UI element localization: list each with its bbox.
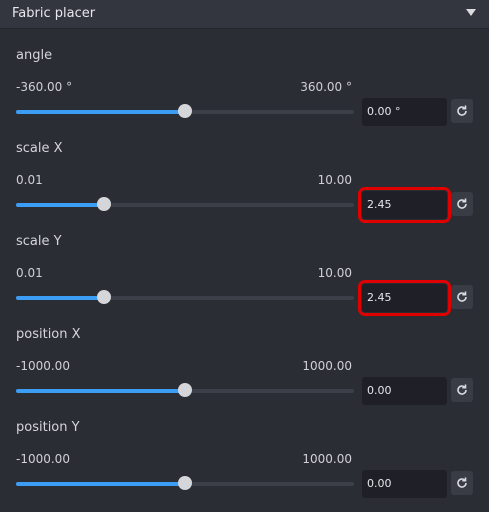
- slider-thumb[interactable]: [178, 104, 192, 118]
- max-value: 10.00: [317, 173, 352, 187]
- slider-thumb[interactable]: [178, 383, 192, 397]
- scale-x-input[interactable]: 2.45: [358, 187, 451, 223]
- reset-button[interactable]: [451, 99, 473, 123]
- caret-down-icon[interactable]: [466, 9, 476, 16]
- angle-input[interactable]: 0.00 °: [362, 98, 447, 126]
- scale-y-slider[interactable]: [16, 290, 354, 304]
- min-value: 0.01: [16, 266, 43, 280]
- reset-button[interactable]: [451, 378, 473, 402]
- reset-button[interactable]: [451, 285, 473, 309]
- param-label: position X: [16, 327, 81, 342]
- slider-fill: [16, 296, 104, 300]
- position-y-slider[interactable]: [16, 476, 354, 490]
- min-value: -360.00 °: [16, 80, 73, 94]
- reset-icon: [457, 477, 467, 488]
- reset-button[interactable]: [451, 192, 473, 216]
- max-value: 1000.00: [302, 359, 352, 373]
- position-x-slider[interactable]: [16, 383, 354, 397]
- min-value: -1000.00: [16, 359, 70, 373]
- slider-fill: [16, 203, 104, 207]
- panel-title: Fabric placer: [12, 6, 96, 21]
- reset-button[interactable]: [451, 471, 473, 495]
- slider-thumb[interactable]: [96, 197, 111, 211]
- reset-icon: [457, 198, 467, 209]
- min-value: 0.01: [16, 173, 43, 187]
- reset-icon: [457, 384, 467, 395]
- slider-fill: [16, 389, 185, 393]
- param-angle: angle -360.00 ° 360.00 ° 0.00 °: [0, 48, 489, 140]
- slider-thumb[interactable]: [96, 290, 111, 304]
- param-label: angle: [16, 48, 53, 63]
- slider-fill: [16, 482, 185, 486]
- param-position-y: position Y -1000.00 1000.00 0.00: [0, 420, 489, 512]
- slider-fill: [16, 110, 185, 114]
- max-value: 10.00: [317, 266, 352, 280]
- param-scale-y: scale Y 0.01 10.00 2.45: [0, 234, 489, 326]
- param-label: scale X: [16, 141, 63, 156]
- scale-x-slider[interactable]: [16, 197, 354, 211]
- reset-icon: [457, 291, 467, 302]
- position-x-input[interactable]: 0.00: [362, 377, 447, 405]
- max-value: 360.00 °: [300, 80, 352, 94]
- angle-slider[interactable]: [16, 104, 354, 118]
- max-value: 1000.00: [302, 452, 352, 466]
- slider-thumb[interactable]: [178, 476, 192, 490]
- position-y-input[interactable]: 0.00: [362, 470, 447, 498]
- param-label: position Y: [16, 420, 80, 435]
- scale-y-input[interactable]: 2.45: [358, 280, 451, 316]
- reset-icon: [457, 105, 467, 116]
- param-label: scale Y: [16, 234, 62, 249]
- panel-header[interactable]: Fabric placer: [0, 0, 489, 29]
- param-scale-x: scale X 0.01 10.00 2.45: [0, 141, 489, 233]
- param-position-x: position X -1000.00 1000.00 0.00: [0, 327, 489, 419]
- min-value: -1000.00: [16, 452, 70, 466]
